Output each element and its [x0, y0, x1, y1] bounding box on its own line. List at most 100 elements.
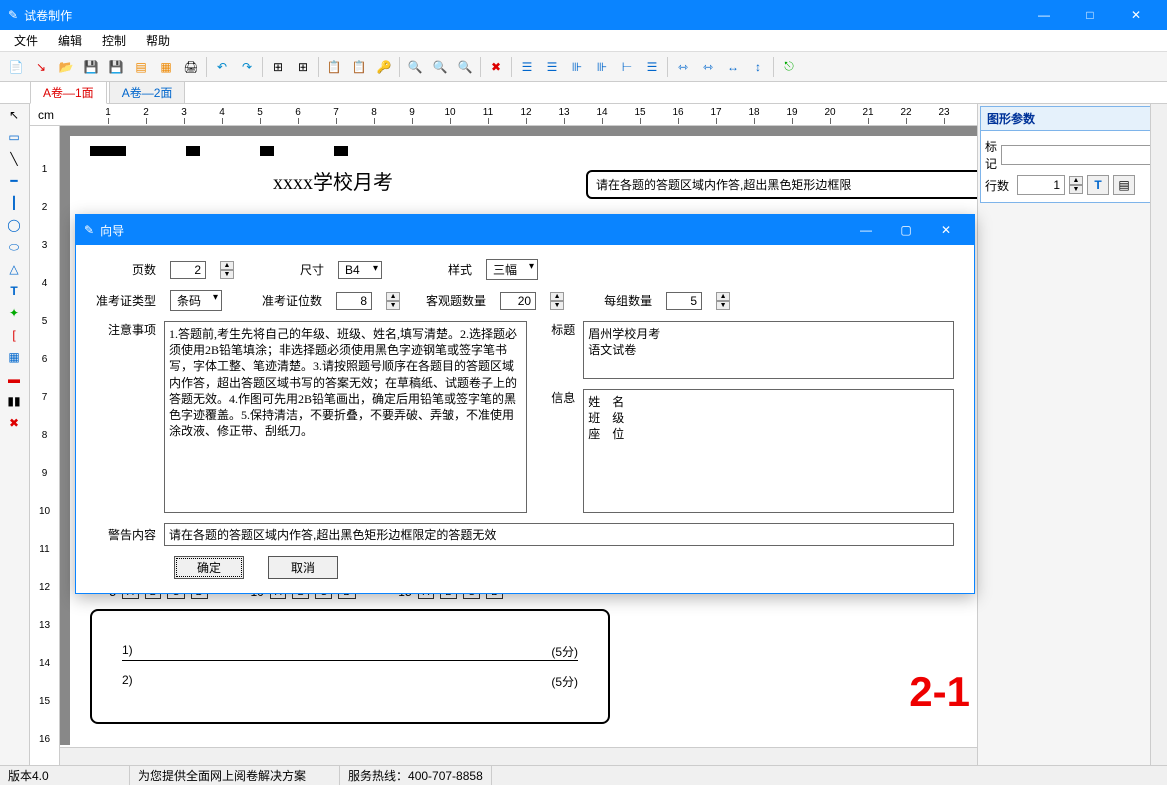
redo-icon[interactable]: ↷: [235, 55, 259, 79]
paste-icon[interactable]: 📋: [322, 55, 346, 79]
objcnt-input[interactable]: 20: [500, 292, 536, 310]
horizontal-scrollbar[interactable]: [60, 747, 977, 765]
tool-barcode[interactable]: ▮▮: [0, 390, 28, 412]
tab-a2[interactable]: A卷—2面: [109, 81, 186, 103]
print-icon[interactable]: 🖨: [179, 55, 203, 79]
zoom-out-icon[interactable]: 🔍: [403, 55, 427, 79]
dist-h-icon[interactable]: ⇿: [671, 55, 695, 79]
tool-ellipse[interactable]: ⬭: [0, 236, 28, 258]
copyall-icon[interactable]: ⊞: [291, 55, 315, 79]
tool-hline[interactable]: ━: [0, 170, 28, 192]
panel-scrollbar[interactable]: [1150, 104, 1167, 765]
q-num: 2): [122, 673, 133, 690]
zoom-in-icon[interactable]: 🔍: [453, 55, 477, 79]
table-icon[interactable]: ▦: [154, 55, 178, 79]
titlebox-textarea[interactable]: [583, 321, 954, 379]
maximize-button[interactable]: □: [1067, 0, 1113, 30]
pages-spinner[interactable]: ▲▼: [220, 261, 234, 279]
objcnt-label: 客观题数量: [426, 292, 486, 309]
menu-edit[interactable]: 编辑: [48, 30, 92, 51]
iddigits-input[interactable]: 8: [336, 292, 372, 310]
wizard-maximize[interactable]: ▢: [886, 216, 926, 244]
tool-text[interactable]: T: [0, 280, 28, 302]
align-bottom-icon[interactable]: ⊪: [590, 55, 614, 79]
style-select[interactable]: 三幅: [486, 259, 538, 280]
grpcnt-input[interactable]: 5: [666, 292, 702, 310]
grpcnt-spinner[interactable]: ▲▼: [716, 292, 730, 310]
size-h-icon[interactable]: ↕: [746, 55, 770, 79]
status-hotline: 服务热线：400-707-8858: [340, 766, 492, 785]
titlebox-label: 标题: [543, 321, 575, 379]
q-score: (5分): [551, 673, 578, 690]
save-icon[interactable]: 💾: [79, 55, 103, 79]
tool-fill[interactable]: ▬: [0, 368, 28, 390]
zoom-100-icon[interactable]: 🔍: [428, 55, 452, 79]
ok-button[interactable]: 确定: [174, 556, 244, 579]
menu-file[interactable]: 文件: [4, 30, 48, 51]
pages-label: 页数: [132, 261, 156, 278]
page-code: 2-1: [909, 668, 970, 716]
answer-box: 1)(5分) 2)(5分): [90, 609, 610, 724]
iddigits-spinner[interactable]: ▲▼: [386, 292, 400, 310]
mark-label: 标记: [985, 138, 997, 172]
form-icon[interactable]: ▤: [129, 55, 153, 79]
wizard-icon[interactable]: ↘: [29, 55, 53, 79]
lines-input[interactable]: [1017, 175, 1065, 195]
size-w-icon[interactable]: ↔: [721, 55, 745, 79]
tool-line[interactable]: ╲: [0, 148, 28, 170]
align-vcenter-icon[interactable]: ☰: [640, 55, 664, 79]
tool-rect[interactable]: ▭: [0, 126, 28, 148]
align-left-icon[interactable]: ☰: [515, 55, 539, 79]
tool-circle[interactable]: ◯: [0, 214, 28, 236]
wizard-close[interactable]: ✕: [926, 216, 966, 244]
new-icon[interactable]: 📄: [4, 55, 28, 79]
wizard-minimize[interactable]: —: [846, 216, 886, 244]
wizard-titlebar[interactable]: ✎ 向导 — ▢ ✕: [76, 215, 974, 245]
minimize-button[interactable]: —: [1021, 0, 1067, 30]
mark-input[interactable]: [1001, 145, 1166, 165]
open-icon[interactable]: 📂: [54, 55, 78, 79]
warn-input[interactable]: 请在各题的答题区域内作答,超出黑色矩形边框限定的答题无效: [164, 523, 954, 546]
align-hcenter-icon[interactable]: ⊢: [615, 55, 639, 79]
instruction-box: 请在各题的答题区域内作答,超出黑色矩形边框限: [586, 170, 977, 199]
tool-pointer[interactable]: ↖: [0, 104, 28, 126]
saveas-icon[interactable]: 💾: [104, 55, 128, 79]
panel-header-shape[interactable]: 图形参数 ⌃: [981, 107, 1164, 131]
exit-icon[interactable]: ⎋: [777, 55, 801, 79]
status-slogan: 为您提供全面网上阅卷解决方案: [130, 766, 340, 785]
pages-input[interactable]: 2: [170, 261, 206, 279]
size-select[interactable]: B4: [338, 261, 382, 279]
list-style-button[interactable]: ▤: [1113, 175, 1135, 195]
menu-control[interactable]: 控制: [92, 30, 136, 51]
marker-block: [90, 146, 126, 156]
pasteall-icon[interactable]: 📋: [347, 55, 371, 79]
tool-bracket[interactable]: [: [0, 324, 28, 346]
app-icon: ✎: [8, 8, 18, 22]
tab-a1[interactable]: A卷—1面: [30, 81, 107, 104]
copy-icon[interactable]: ⊞: [266, 55, 290, 79]
delete-icon[interactable]: ✖: [484, 55, 508, 79]
window-titlebar: ✎ 试卷制作 — □ ✕: [0, 0, 1167, 30]
tool-delete[interactable]: ✖: [0, 412, 28, 434]
marker-block: [334, 146, 348, 156]
tool-vline[interactable]: ┃: [0, 192, 28, 214]
info-textarea[interactable]: [583, 389, 954, 513]
align-right-icon[interactable]: ☰: [540, 55, 564, 79]
menu-help[interactable]: 帮助: [136, 30, 180, 51]
notes-textarea[interactable]: [164, 321, 527, 513]
text-style-button[interactable]: T: [1087, 175, 1109, 195]
idtype-select[interactable]: 条码: [170, 290, 222, 311]
align-top-icon[interactable]: ⊪: [565, 55, 589, 79]
tool-triangle[interactable]: △: [0, 258, 28, 280]
properties-panel: 图形参数 ⌃ 标记 行数 ▲▼ T ▤: [977, 104, 1167, 765]
objcnt-spinner[interactable]: ▲▼: [550, 292, 564, 310]
lines-spinner[interactable]: ▲▼: [1069, 176, 1083, 194]
cancel-button[interactable]: 取消: [268, 556, 338, 579]
undo-icon[interactable]: ↶: [210, 55, 234, 79]
close-button[interactable]: ✕: [1113, 0, 1159, 30]
dist-v-icon[interactable]: ⇿: [696, 55, 720, 79]
tool-grid[interactable]: ▦: [0, 346, 28, 368]
tool-star[interactable]: ✦: [0, 302, 28, 324]
key-icon[interactable]: 🔑: [372, 55, 396, 79]
wizard-dialog: ✎ 向导 — ▢ ✕ 页数 2 ▲▼ 尺寸 B4 样式 三幅 准考证类型 条码: [75, 214, 975, 594]
